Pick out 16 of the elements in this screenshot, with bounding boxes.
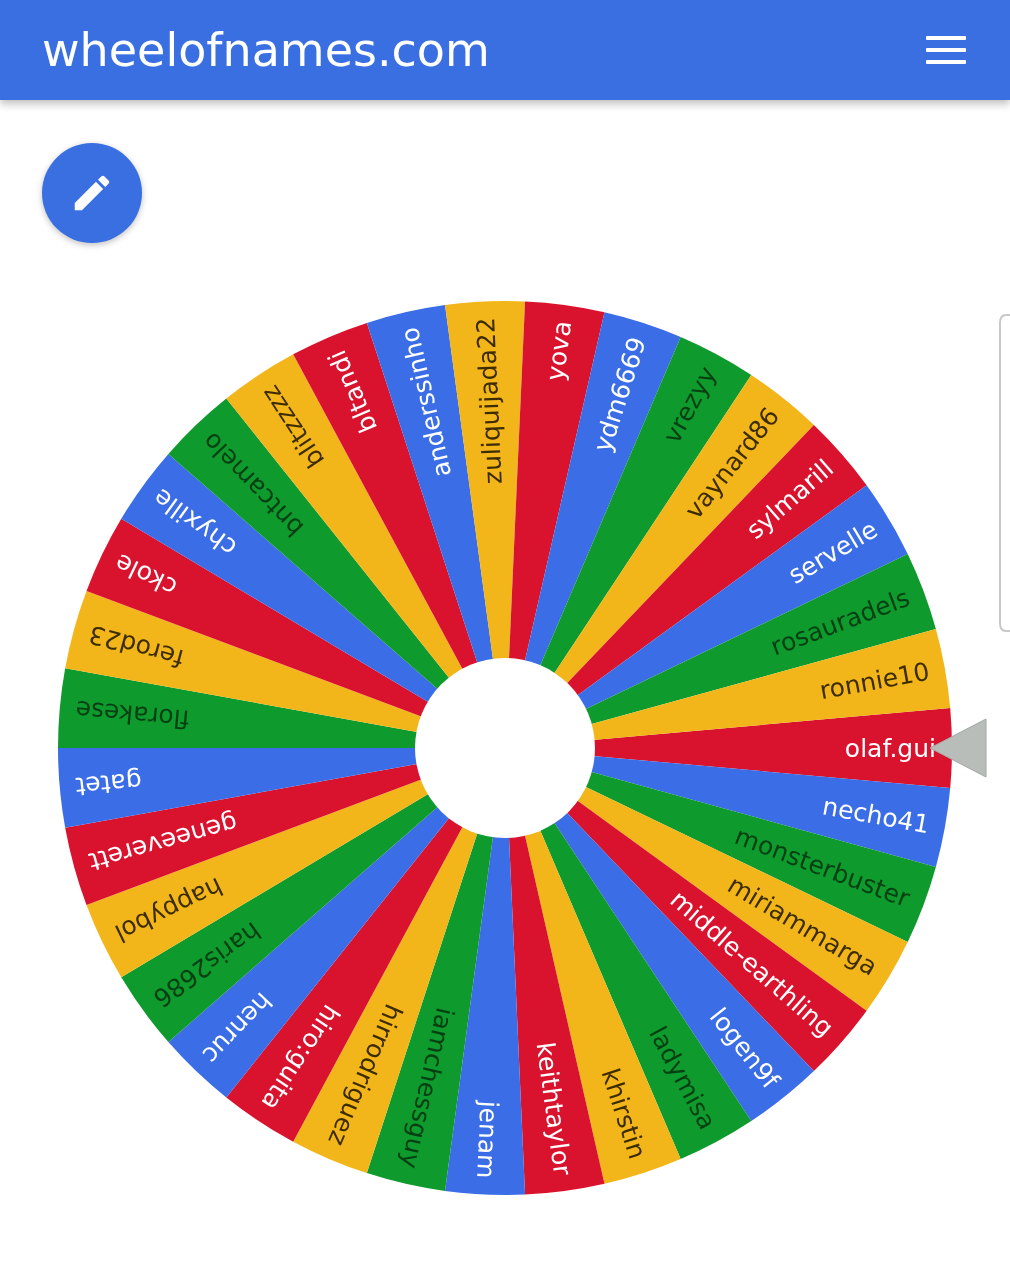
- wheel-name: ferod23: [85, 619, 187, 674]
- wheel-name: jenam: [471, 1100, 504, 1180]
- menu-icon[interactable]: [926, 34, 966, 66]
- wheel-name: zuliquijada22: [471, 316, 508, 485]
- wheel-name: olaf.gui: [844, 733, 936, 763]
- wheel-name: gatet: [74, 766, 143, 802]
- wheel-name: khirstin: [595, 1064, 652, 1163]
- wheel-name: necho41: [820, 791, 932, 840]
- site-title[interactable]: wheelofnames.com: [42, 27, 490, 73]
- wheel-name: florakese: [74, 694, 191, 735]
- wheel-name: keithtaylor: [530, 1040, 578, 1178]
- wheel-name: ckole: [110, 547, 182, 603]
- wheel-hub[interactable]: [415, 658, 595, 838]
- edit-button[interactable]: [42, 143, 142, 243]
- wheel-name: yova: [540, 318, 578, 383]
- wheel-name: ronnie10: [817, 656, 932, 706]
